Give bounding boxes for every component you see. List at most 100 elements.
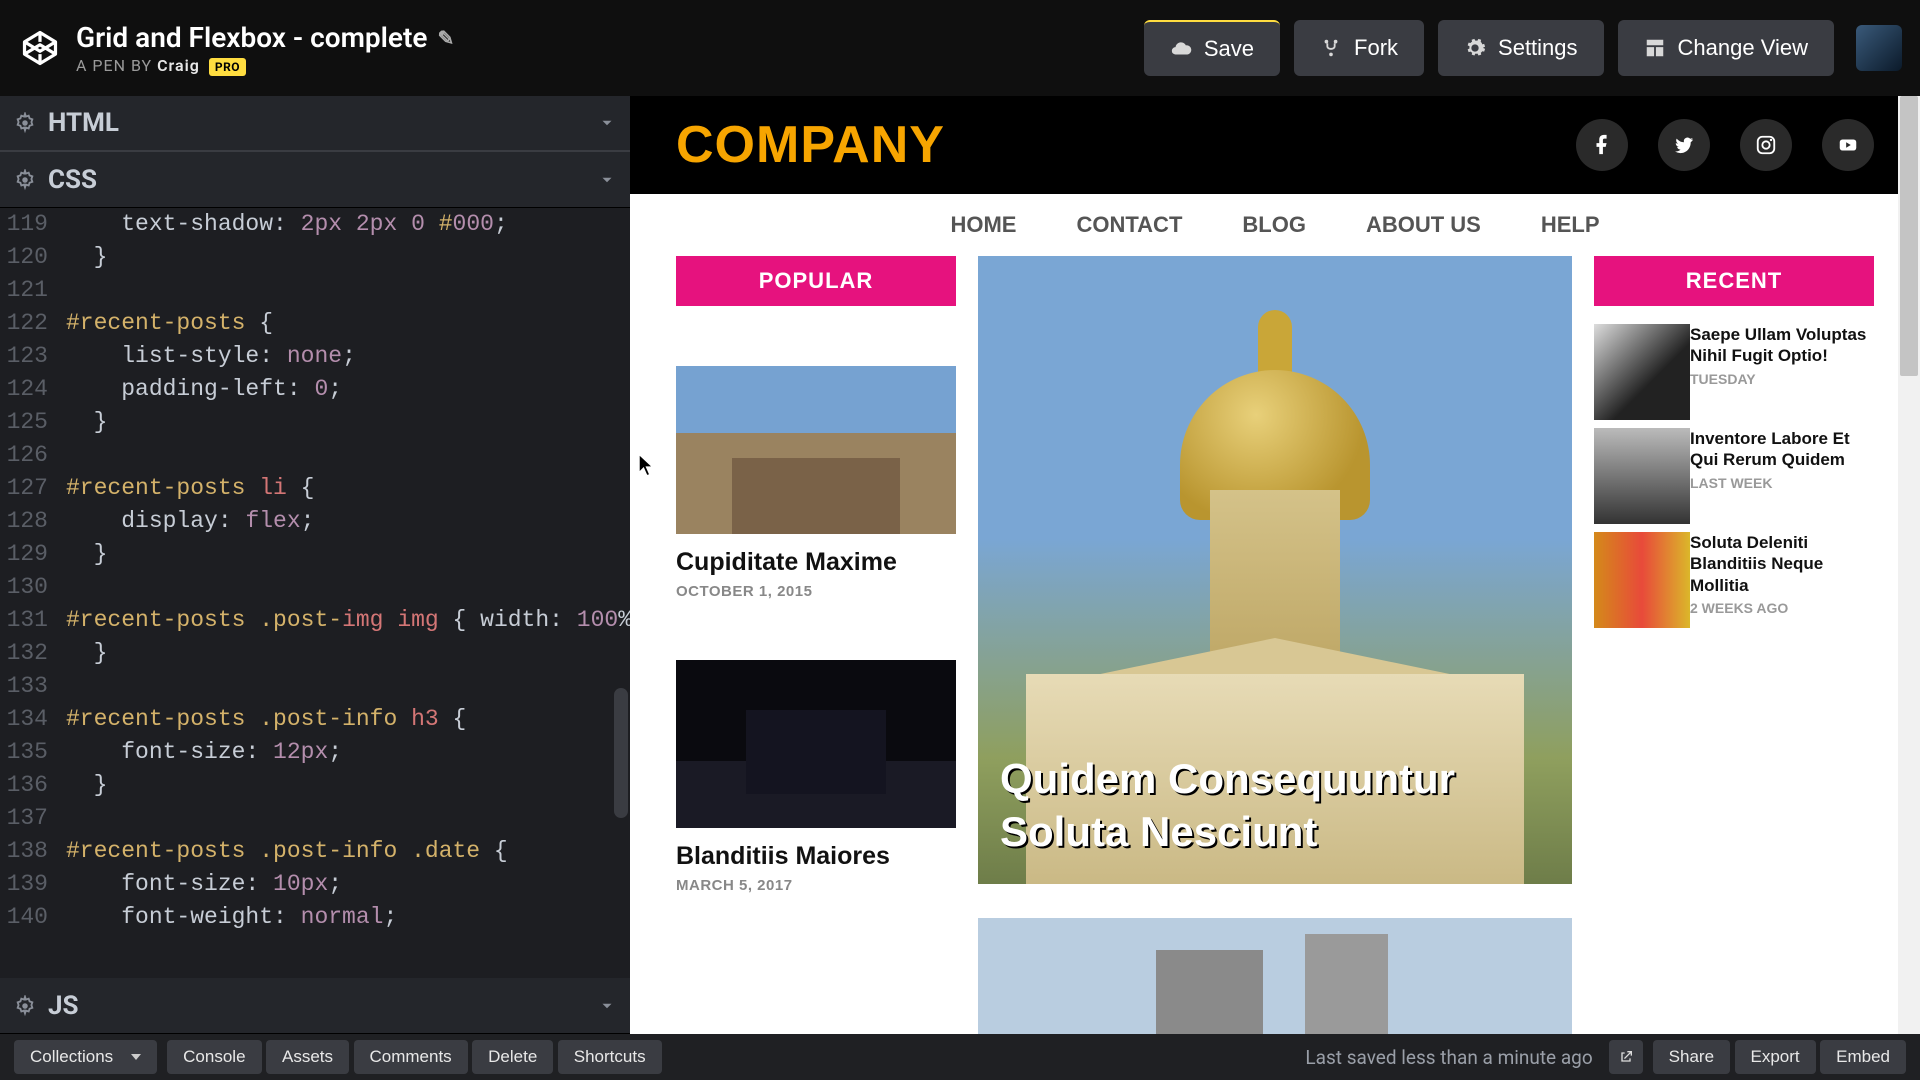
popular-item-date: MARCH 5, 2017 (676, 877, 956, 894)
layout-icon (1644, 37, 1666, 59)
change-view-button[interactable]: Change View (1618, 20, 1834, 76)
pen-title[interactable]: Grid and Flexbox - complete (76, 21, 427, 54)
js-panel-label: JS (48, 991, 79, 1021)
collections-label: Collections (30, 1047, 113, 1067)
instagram-icon[interactable] (1740, 119, 1792, 171)
shortcuts-button[interactable]: Shortcuts (558, 1040, 662, 1074)
preview-scrollbar-track[interactable] (1898, 96, 1920, 1034)
save-label: Save (1204, 36, 1254, 62)
site-header: COMPANY (630, 96, 1920, 194)
gear-icon[interactable] (14, 169, 36, 191)
nav-link[interactable]: BLOG (1242, 212, 1306, 238)
settings-label: Settings (1498, 35, 1578, 61)
assets-button[interactable]: Assets (266, 1040, 349, 1074)
hero-title: Quidem Consequuntur Soluta Nesciunt (1000, 753, 1455, 858)
css-code-editor[interactable]: 1191201211221231241251261271281291301311… (0, 208, 630, 978)
popular-item[interactable]: Blanditiis Maiores MARCH 5, 2017 (676, 660, 956, 894)
code-lines[interactable]: text-shadow: 2px 2px 0 #000; }#recent-po… (66, 208, 630, 934)
main-column: Quidem Consequuntur Soluta Nesciunt (978, 256, 1572, 1034)
open-external-icon[interactable] (1609, 1040, 1643, 1074)
gear-icon[interactable] (14, 995, 36, 1017)
user-avatar[interactable] (1856, 25, 1902, 71)
topbar-actions: Save Fork Settings Change View (1144, 20, 1902, 76)
export-button[interactable]: Export (1735, 1040, 1816, 1074)
footer-left-buttons: Console Assets Comments Delete Shortcuts (167, 1040, 661, 1074)
comments-button[interactable]: Comments (354, 1040, 468, 1074)
thumbnail (1594, 324, 1690, 420)
pro-badge: PRO (209, 58, 246, 76)
recent-info: Inventore Labore Et Qui Rerum QuidemLAST… (1690, 428, 1874, 524)
nav-link[interactable]: ABOUT US (1366, 212, 1481, 238)
recent-column: RECENT Saepe Ullam Voluptas Nihil Fugit … (1594, 256, 1874, 1034)
footer-right-buttons: Share Export Embed (1653, 1040, 1906, 1074)
js-panel-header[interactable]: JS (0, 978, 630, 1034)
hero-title-line2: Soluta Nesciunt (1000, 808, 1317, 855)
social-links (1576, 119, 1874, 171)
last-saved-message: Last saved less than a minute ago (1305, 1046, 1592, 1069)
recent-item[interactable]: Inventore Labore Et Qui Rerum QuidemLAST… (1594, 428, 1874, 524)
codepen-logo-icon[interactable] (18, 26, 62, 70)
recent-item-title: Saepe Ullam Voluptas Nihil Fugit Optio! (1690, 324, 1874, 367)
console-button[interactable]: Console (167, 1040, 261, 1074)
embed-button[interactable]: Embed (1820, 1040, 1906, 1074)
preview-scrollbar-thumb[interactable] (1900, 96, 1918, 376)
chevron-down-icon[interactable] (598, 171, 616, 189)
caret-down-icon (131, 1054, 141, 1060)
popular-item-title: Blanditiis Maiores (676, 842, 956, 871)
line-gutter: 1191201211221231241251261271281291301311… (0, 208, 58, 934)
site-root: COMPANY HOME CONTACT BLOG ABOUT US HELP POPU… (630, 96, 1920, 1034)
popular-list: Cupiditate MaximeOCTOBER 1, 2015 Blanditi… (676, 366, 956, 894)
html-panel-header[interactable]: HTML (0, 96, 630, 152)
site-brand[interactable]: COMPANY (676, 115, 945, 175)
recent-info: Saepe Ullam Voluptas Nihil Fugit Optio! T… (1690, 324, 1874, 420)
secondary-article[interactable] (978, 918, 1572, 1034)
nav-link[interactable]: HOME (950, 212, 1016, 238)
popular-item-date: OCTOBER 1, 2015 (676, 583, 956, 600)
change-view-label: Change View (1678, 35, 1808, 61)
edit-title-icon[interactable]: ✎ (437, 26, 454, 50)
popular-title: POPULAR (676, 256, 956, 306)
chevron-down-icon[interactable] (598, 997, 616, 1015)
share-button[interactable]: Share (1653, 1040, 1730, 1074)
save-button[interactable]: Save (1144, 20, 1280, 76)
delete-button[interactable]: Delete (472, 1040, 553, 1074)
preview-scroll[interactable]: COMPANY HOME CONTACT BLOG ABOUT US HELP POPU… (630, 96, 1920, 1034)
gear-icon[interactable] (14, 112, 36, 134)
recent-item-date: TUESDAY (1690, 371, 1874, 387)
twitter-icon[interactable] (1658, 119, 1710, 171)
hero-article[interactable]: Quidem Consequuntur Soluta Nesciunt (978, 256, 1572, 884)
thumbnail (1594, 428, 1690, 524)
css-panel-header[interactable]: CSS (0, 152, 630, 208)
cloud-icon (1170, 38, 1192, 60)
collections-dropdown[interactable]: Collections (14, 1040, 157, 1074)
settings-button[interactable]: Settings (1438, 20, 1604, 76)
gear-icon (1464, 37, 1486, 59)
facebook-icon[interactable] (1576, 119, 1628, 171)
recent-info: Soluta Deleniti Blanditiis Neque Molliti… (1690, 532, 1874, 628)
recent-item[interactable]: Saepe Ullam Voluptas Nihil Fugit Optio! T… (1594, 324, 1874, 420)
chevron-down-icon[interactable] (598, 114, 616, 132)
editor-column: HTML CSS 1191201211221231241251261271281… (0, 96, 630, 1034)
site-grid: POPULAR Cupiditate MaximeOCTOBER 1, 2015… (630, 256, 1920, 1034)
fork-button[interactable]: Fork (1294, 20, 1424, 76)
thumbnail (676, 660, 956, 828)
recent-item[interactable]: Soluta Deleniti Blanditiis Neque Molliti… (1594, 532, 1874, 628)
main-area: HTML CSS 1191201211221231241251261271281… (0, 96, 1920, 1034)
popular-column: POPULAR Cupiditate MaximeOCTOBER 1, 2015… (676, 256, 956, 1034)
recent-item-title: Inventore Labore Et Qui Rerum Quidem (1690, 428, 1874, 471)
byline-prefix: A PEN BY (76, 56, 157, 75)
editor-scrollbar[interactable] (614, 688, 628, 818)
author-link[interactable]: Craig (157, 56, 200, 75)
youtube-icon[interactable] (1822, 119, 1874, 171)
popular-item[interactable]: Cupiditate MaximeOCTOBER 1, 2015 (676, 366, 956, 600)
html-panel-label: HTML (48, 108, 119, 138)
nav-link[interactable]: CONTACT (1076, 212, 1182, 238)
nav-link[interactable]: HELP (1541, 212, 1600, 238)
pen-byline: A PEN BY Craig PRO (76, 56, 1144, 75)
top-bar: Grid and Flexbox - complete ✎ A PEN BY C… (0, 0, 1920, 96)
recent-list: Saepe Ullam Voluptas Nihil Fugit Optio! T… (1594, 324, 1874, 628)
css-panel-label: CSS (48, 165, 97, 195)
bottom-bar: Collections Console Assets Comments Dele… (0, 1034, 1920, 1080)
fork-label: Fork (1354, 35, 1398, 61)
recent-item-date: 2 WEEKS AGO (1690, 600, 1874, 616)
